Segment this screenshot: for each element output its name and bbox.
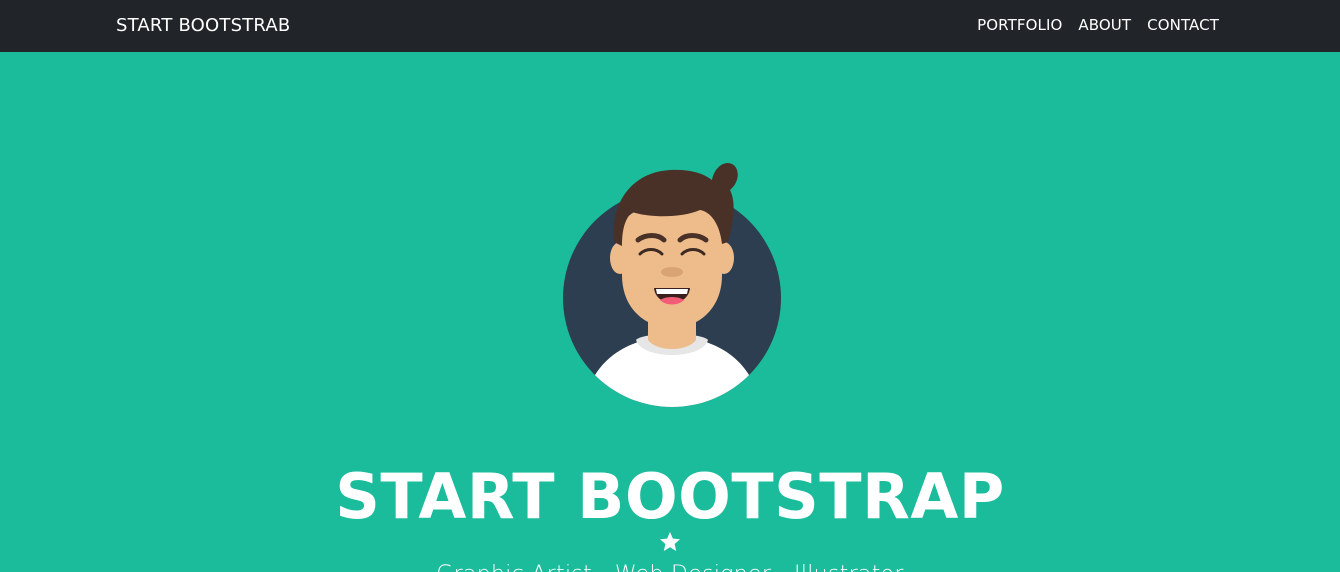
avatar-illustration bbox=[562, 160, 782, 410]
hero-title: START BOOTSTRAP bbox=[335, 460, 1005, 533]
nav-link-about[interactable]: ABOUT bbox=[1078, 15, 1131, 35]
star-icon bbox=[658, 530, 682, 558]
star-divider bbox=[0, 530, 1340, 558]
navbar-brand[interactable]: START BOOTSTRAB bbox=[116, 14, 290, 38]
navbar: START BOOTSTRAB PORTFOLIO ABOUT CONTACT bbox=[0, 0, 1340, 52]
nav-link-portfolio[interactable]: PORTFOLIO bbox=[977, 15, 1062, 35]
nav-links: PORTFOLIO ABOUT CONTACT bbox=[977, 15, 1219, 35]
nav-link-contact[interactable]: CONTACT bbox=[1147, 15, 1219, 35]
hero-subtitle: Graphic Artist - Web Designer - Illustra… bbox=[0, 560, 1340, 572]
hero-section: START BOOTSTRAP Graphic Artist - Web Des… bbox=[0, 52, 1340, 572]
